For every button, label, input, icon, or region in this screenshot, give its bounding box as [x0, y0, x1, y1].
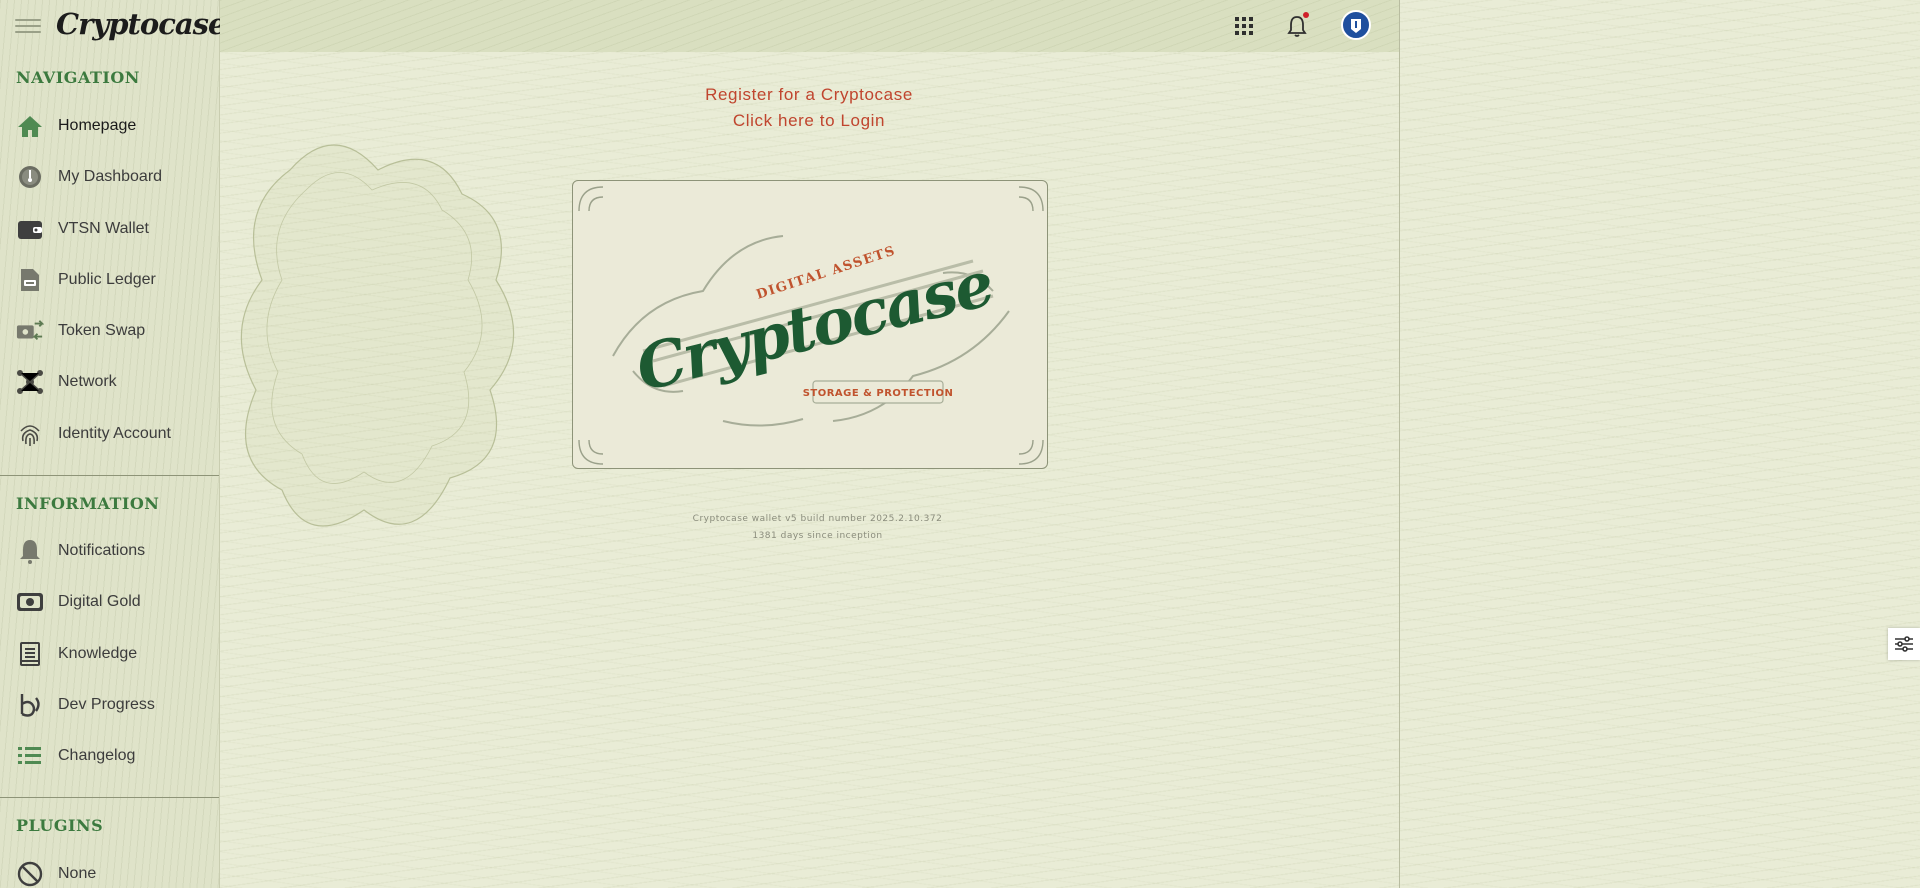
section-title-information: INFORMATION [16, 494, 160, 513]
register-link[interactable]: Register for a Cryptocase [620, 85, 998, 105]
settings-sliders-icon[interactable] [1888, 628, 1920, 660]
hero-logo-graphic: DIGITAL ASSETS Cryptocase STORAGE & PROT… [578, 186, 1044, 465]
sidebar-item-label: VTSN Wallet [58, 220, 149, 237]
login-link[interactable]: Click here to Login [620, 111, 998, 131]
progress-icon [16, 691, 44, 719]
panel-separator [1399, 0, 1400, 888]
wallet-icon [16, 215, 44, 243]
sidebar-item-label: Digital Gold [58, 593, 141, 610]
sidebar-item-label: Public Ledger [58, 271, 156, 288]
sidebar-item-none[interactable]: None [0, 852, 219, 888]
sidebar-item-identity-account[interactable]: Identity Account [0, 412, 219, 456]
sidebar-item-label: Notifications [58, 542, 146, 559]
sidebar-item-label: Network [58, 373, 117, 390]
gauge-icon [16, 163, 44, 191]
bell-icon [16, 537, 44, 565]
sidebar-item-label: My Dashboard [58, 168, 163, 185]
sidebar-item-label: Changelog [58, 747, 136, 764]
notifications-bell-icon[interactable] [1283, 12, 1311, 40]
sidebar-item-public-ledger[interactable]: Public Ledger [0, 258, 219, 302]
section-title-plugins: PLUGINS [16, 816, 104, 835]
sidebar-item-label: Token Swap [58, 322, 146, 339]
sidebar-item-label: None [58, 865, 97, 882]
avatar-icon[interactable] [1341, 10, 1371, 40]
top-bar [220, 0, 1399, 52]
hero-bottom-text: STORAGE & PROTECTION [803, 388, 954, 399]
sidebar-item-knowledge[interactable]: Knowledge [0, 632, 219, 676]
ledger-icon [16, 266, 44, 294]
hero-logo-card: DIGITAL ASSETS Cryptocase STORAGE & PROT… [572, 180, 1048, 469]
build-number-text: Cryptocase wallet v5 build number 2025.2… [692, 514, 943, 524]
app-logo[interactable]: Cryptocase [56, 7, 226, 41]
sidebar-item-network[interactable]: Network [0, 360, 219, 404]
sidebar-item-homepage[interactable]: Homepage [0, 104, 219, 148]
sidebar-item-dev-progress[interactable]: Dev Progress [0, 683, 219, 727]
sidebar-item-label: Identity Account [58, 425, 171, 442]
grid-icon[interactable] [1230, 12, 1258, 40]
sidebar-item-my-dashboard[interactable]: My Dashboard [0, 155, 219, 199]
days-since-text: 1381 days since inception [752, 531, 883, 541]
money-icon [16, 588, 44, 616]
sidebar-item-notifications[interactable]: Notifications [0, 529, 219, 573]
sidebar-item-label: Knowledge [58, 645, 138, 662]
none-icon [16, 860, 44, 888]
notification-badge [1303, 12, 1309, 18]
sidebar-item-vtsn-wallet[interactable]: VTSN Wallet [0, 207, 219, 251]
brand-bar: Cryptocase [0, 0, 226, 52]
network-icon [16, 368, 44, 396]
sidebar-divider [0, 797, 219, 798]
sidebar-item-label: Homepage [58, 117, 137, 134]
hamburger-menu-icon[interactable] [15, 19, 41, 33]
list-icon [16, 742, 44, 770]
sidebar-divider [0, 475, 219, 476]
swap-icon [16, 317, 44, 345]
sidebar-item-label: Dev Progress [58, 696, 155, 713]
section-title-navigation: NAVIGATION [16, 68, 140, 87]
sidebar: Cryptocase NAVIGATION Homepage My Dashbo… [0, 0, 226, 888]
book-icon [16, 640, 44, 668]
home-icon [16, 112, 44, 140]
fingerprint-icon [16, 420, 44, 448]
sidebar-item-token-swap[interactable]: Token Swap [0, 309, 219, 353]
decorative-rosette [240, 144, 515, 527]
sidebar-item-digital-gold[interactable]: Digital Gold [0, 580, 219, 624]
sidebar-item-changelog[interactable]: Changelog [0, 734, 219, 778]
